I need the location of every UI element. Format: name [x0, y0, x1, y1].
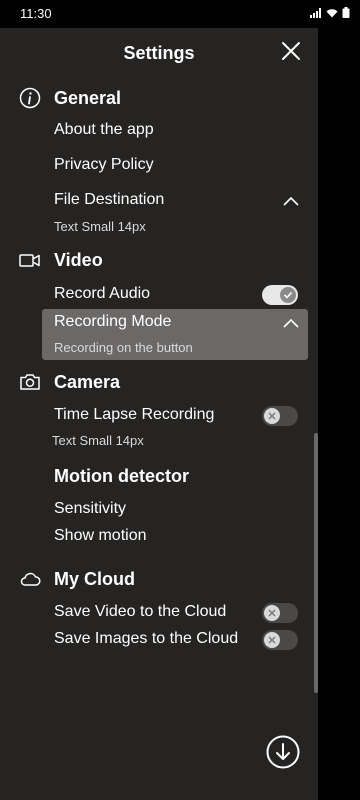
section-title-camera: Camera [54, 372, 121, 392]
status-bar: 11:30 [0, 0, 360, 28]
time-lapse-toggle[interactable] [262, 406, 298, 426]
record-audio-label: Record Audio [54, 285, 151, 302]
page-title: Settings [123, 43, 195, 63]
battery-icon [342, 7, 350, 18]
recording-mode-item[interactable]: Recording Mode Recording on the button [42, 309, 308, 360]
show-motion-item[interactable]: Show motion [54, 527, 147, 545]
toggle-knob [264, 408, 280, 424]
chevron-up-icon[interactable] [283, 196, 299, 206]
status-time: 11:30 [20, 6, 52, 21]
info-icon [19, 87, 41, 109]
section-title-video: Video [54, 250, 103, 270]
section-title-cloud: My Cloud [54, 569, 135, 589]
camera-icon [20, 374, 40, 390]
cloud-icon [20, 572, 41, 586]
privacy-policy-item[interactable]: Privacy Policy [54, 156, 154, 174]
time-lapse-label: Time Lapse Recording [54, 406, 215, 423]
x-icon [268, 609, 276, 617]
about-app-item[interactable]: About the app [54, 121, 154, 139]
section-title-motion: Motion detector [54, 466, 189, 486]
time-lapse-subtext: Text Small 14px [52, 433, 144, 448]
arrow-down-circle-icon[interactable] [266, 735, 300, 769]
recording-mode-value: Recording on the button [54, 340, 193, 355]
save-video-toggle[interactable] [262, 603, 298, 623]
section-title-general: General [54, 88, 122, 108]
wifi-icon [326, 8, 338, 17]
save-images-toggle[interactable] [262, 630, 298, 650]
file-destination-item[interactable]: File Destination [54, 191, 164, 209]
signal-icon [310, 7, 321, 18]
x-icon [268, 412, 276, 420]
toggle-knob [264, 605, 280, 621]
system-icons [310, 7, 350, 18]
toggle-knob [264, 632, 280, 648]
toggle-knob [280, 287, 296, 303]
save-video-label: Save Video to the Cloud [54, 603, 227, 620]
sensitivity-item[interactable]: Sensitivity [54, 500, 126, 518]
scrollbar[interactable] [314, 433, 318, 693]
close-icon[interactable] [279, 39, 303, 63]
file-destination-subtext: Text Small 14px [54, 219, 146, 234]
chevron-up-icon [283, 318, 299, 328]
video-camera-icon [19, 254, 40, 267]
record-audio-toggle[interactable] [262, 285, 298, 305]
check-icon [283, 291, 293, 299]
save-images-label: Save Images to the Cloud [54, 630, 239, 647]
x-icon [268, 636, 276, 644]
recording-mode-label: Recording Mode [54, 313, 172, 330]
